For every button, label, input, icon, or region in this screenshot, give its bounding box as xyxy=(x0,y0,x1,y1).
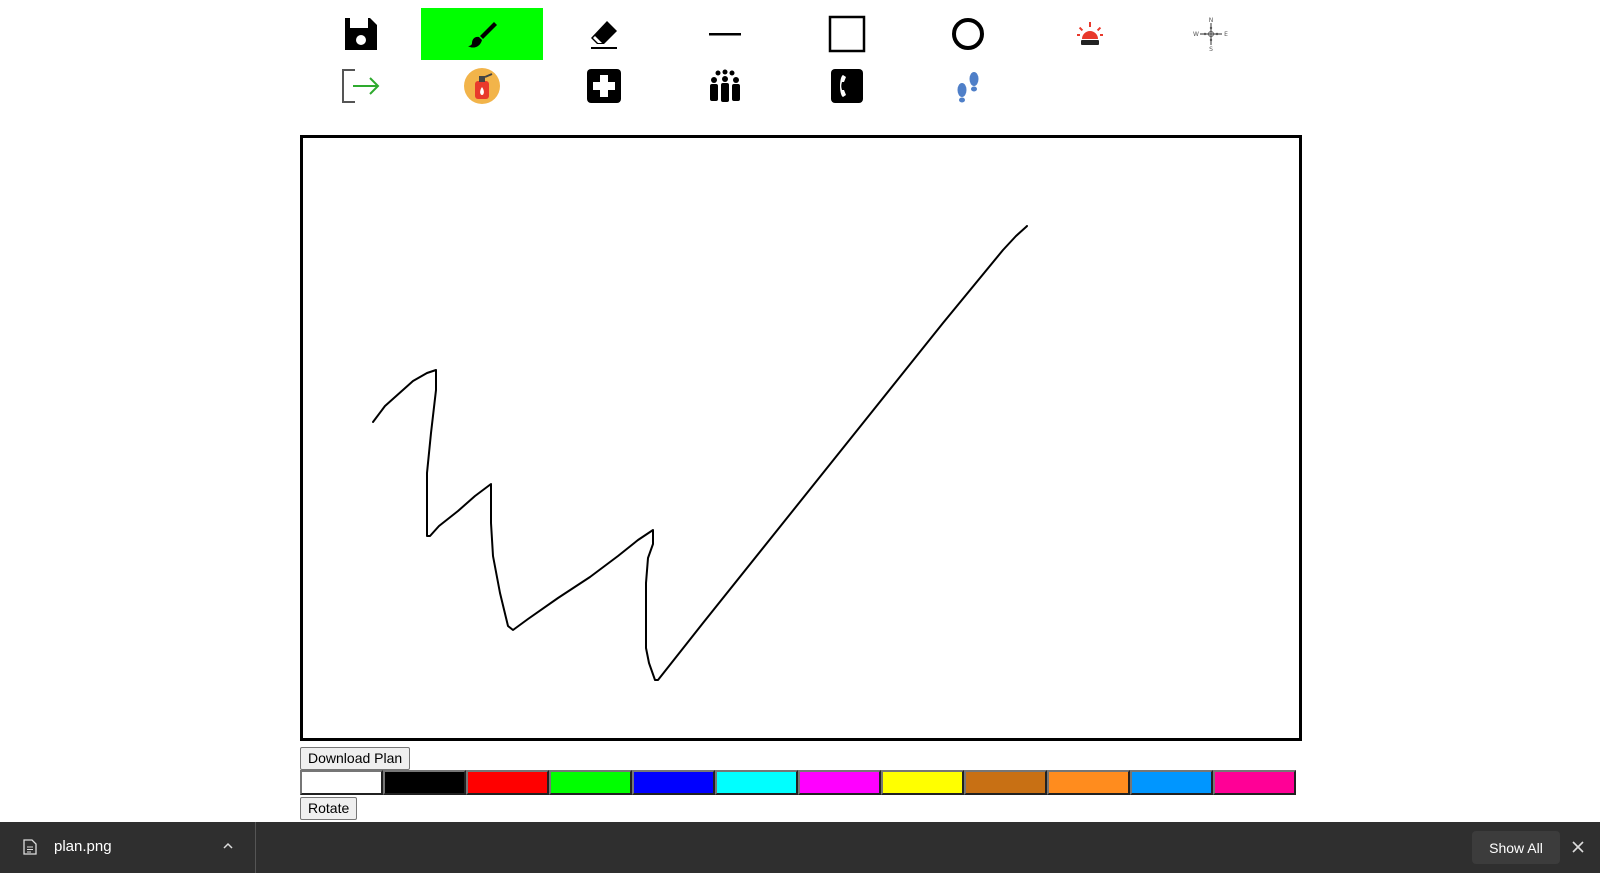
evacuation-route-tool-button[interactable] xyxy=(907,60,1029,112)
paintbrush-icon xyxy=(468,22,497,48)
eraser-tool-button[interactable] xyxy=(543,8,665,60)
drawn-stroke-layer xyxy=(372,225,1028,681)
siren-icon xyxy=(1077,22,1103,45)
compass-s-label: S xyxy=(1209,46,1213,52)
color-swatch-9[interactable] xyxy=(1047,770,1130,795)
color-swatch-7[interactable] xyxy=(881,770,964,795)
circle-outline-icon xyxy=(952,18,984,50)
color-swatch-6[interactable] xyxy=(798,770,881,795)
download-item[interactable]: plan.png xyxy=(0,822,256,873)
phone-tool-button[interactable] xyxy=(786,60,908,112)
rotate-button[interactable]: Rotate xyxy=(300,797,358,820)
freehand-stroke xyxy=(372,225,1028,681)
line-icon xyxy=(709,33,741,36)
floppy-disk-icon xyxy=(345,18,377,50)
color-swatch-11[interactable] xyxy=(1213,770,1296,795)
color-swatch-0[interactable] xyxy=(300,770,383,795)
brush-tool-button[interactable] xyxy=(421,8,543,60)
downloads-bar: plan.png Show All xyxy=(0,822,1600,873)
save-tool-button[interactable] xyxy=(300,8,422,60)
color-swatch-2[interactable] xyxy=(466,770,549,795)
close-icon[interactable] xyxy=(1571,840,1585,854)
line-tool-button[interactable] xyxy=(664,8,786,60)
chevron-up-icon[interactable] xyxy=(222,841,234,851)
eraser-icon xyxy=(591,21,617,49)
drawing-canvas[interactable] xyxy=(300,135,1302,741)
alarm-tool-button[interactable] xyxy=(1029,8,1151,60)
compass-n-label: N xyxy=(1209,17,1214,24)
assembly-point-tool-button[interactable] xyxy=(664,60,786,112)
exit-door-icon xyxy=(342,69,380,103)
square-outline-icon xyxy=(828,15,866,53)
color-palette xyxy=(300,770,1296,795)
compass-e-label: E xyxy=(1224,31,1228,38)
color-swatch-8[interactable] xyxy=(964,770,1047,795)
color-swatch-4[interactable] xyxy=(632,770,715,795)
document-icon xyxy=(23,839,37,855)
first-aid-tool-button[interactable] xyxy=(543,60,665,112)
compass-w-label: W xyxy=(1193,31,1199,38)
fire-extinguisher-tool-button[interactable] xyxy=(421,60,543,112)
circle-tool-button[interactable] xyxy=(907,8,1029,60)
first-aid-cross-icon xyxy=(587,69,621,103)
people-group-icon xyxy=(710,69,740,102)
show-all-button[interactable]: Show All xyxy=(1472,831,1560,864)
color-swatch-5[interactable] xyxy=(715,770,798,795)
phone-icon xyxy=(831,69,863,103)
color-swatch-10[interactable] xyxy=(1130,770,1213,795)
fire-extinguisher-icon xyxy=(464,68,500,104)
compass-tool-button[interactable]: N S E W xyxy=(1150,8,1272,60)
footprints-icon xyxy=(957,72,979,103)
rectangle-tool-button[interactable] xyxy=(786,8,908,60)
color-swatch-1[interactable] xyxy=(383,770,466,795)
download-plan-button[interactable]: Download Plan xyxy=(300,747,411,770)
exit-tool-button[interactable] xyxy=(300,60,422,112)
download-file-name: plan.png xyxy=(54,838,112,855)
compass-rose-icon: N S E W xyxy=(1193,17,1228,52)
color-swatch-3[interactable] xyxy=(549,770,632,795)
